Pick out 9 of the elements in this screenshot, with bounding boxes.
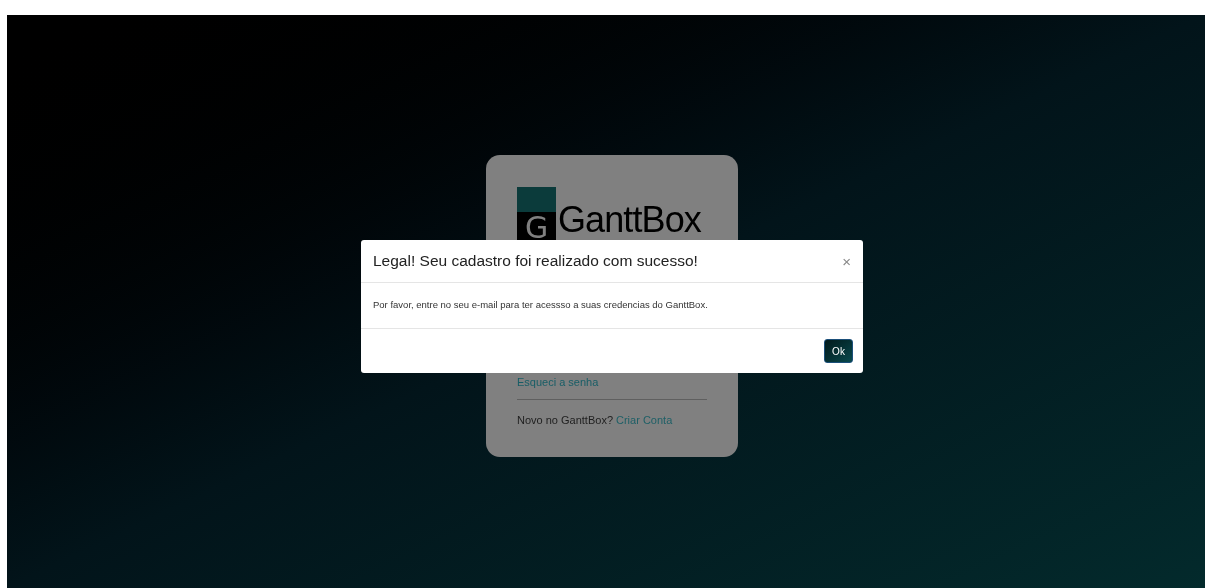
- signup-prompt: Novo no GanttBox?: [517, 412, 613, 428]
- ok-button[interactable]: Ok: [824, 339, 853, 363]
- forgot-password-link[interactable]: Esqueci a senha: [517, 374, 707, 391]
- logo-square: [517, 187, 556, 212]
- close-button[interactable]: ×: [842, 253, 851, 269]
- logo-text: GanttBox: [558, 200, 701, 240]
- modal-message: Por favor, entre no seu e-mail para ter acessso a suas credencias do GanttBox.: [373, 298, 708, 313]
- modal-title: Legal! Seu cadastro foi realizado com sucesso!: [373, 251, 698, 272]
- logo-mark: G: [517, 212, 556, 240]
